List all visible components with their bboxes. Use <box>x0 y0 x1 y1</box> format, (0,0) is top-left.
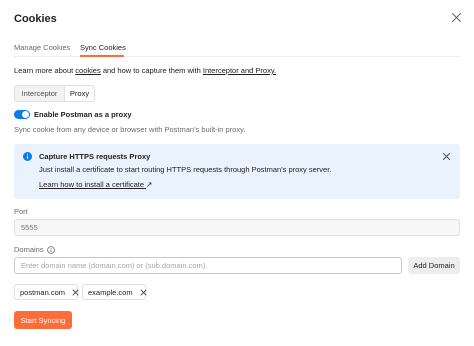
cookies-link[interactable]: cookies <box>75 66 100 75</box>
external-link-icon: ↗ <box>146 180 153 189</box>
tab-manage-cookies[interactable]: Manage Cookies <box>14 43 70 52</box>
close-icon[interactable] <box>442 152 451 161</box>
interceptor-segment[interactable]: Interceptor <box>15 86 64 101</box>
enable-proxy-toggle[interactable] <box>14 110 30 119</box>
remove-icon[interactable] <box>140 289 147 296</box>
info-banner-title: Capture HTTPS requests Proxy <box>39 152 151 161</box>
tab-sync-cookies[interactable]: Sync Cookies <box>80 43 126 52</box>
port-label: Port <box>14 207 28 216</box>
learn-more-middle: and how to capture them with <box>100 66 203 75</box>
install-certificate-link[interactable]: Learn how to install a certificate ↗ <box>39 180 152 189</box>
domain-input[interactable] <box>14 257 402 274</box>
capture-mode-segmented-control: Interceptor Proxy <box>14 85 95 102</box>
domains-label-row: Domains <box>14 245 55 254</box>
domain-chip-label: postman.com <box>20 287 66 297</box>
remove-icon[interactable] <box>72 289 79 296</box>
start-syncing-button[interactable]: Start Syncing <box>14 311 72 329</box>
interceptor-proxy-link[interactable]: Interceptor and Proxy. <box>203 66 276 75</box>
domain-chip: example.com <box>82 284 147 300</box>
proxy-description: Sync cookie from any device or browser w… <box>14 125 246 134</box>
info-icon <box>23 152 32 161</box>
domains-label: Domains <box>14 245 44 254</box>
port-input[interactable] <box>14 219 460 236</box>
info-banner-text: Just install a certificate to start rout… <box>39 165 332 174</box>
install-certificate-link-text: Learn how to install a certificate <box>39 180 145 189</box>
toggle-knob <box>22 111 29 118</box>
proxy-segment[interactable]: Proxy <box>64 86 94 101</box>
domain-chip-label: example.com <box>88 287 133 297</box>
dialog-title: Cookies <box>14 13 57 25</box>
learn-more-text: Learn more about cookies and how to capt… <box>14 66 276 75</box>
info-icon[interactable] <box>46 245 55 254</box>
domain-chip: postman.com <box>14 284 79 300</box>
learn-more-prefix: Learn more about <box>14 66 76 75</box>
enable-proxy-label: Enable Postman as a proxy <box>34 110 132 119</box>
close-icon[interactable] <box>450 11 463 24</box>
active-tab-indicator <box>80 55 124 57</box>
add-domain-button[interactable]: Add Domain <box>408 257 460 274</box>
